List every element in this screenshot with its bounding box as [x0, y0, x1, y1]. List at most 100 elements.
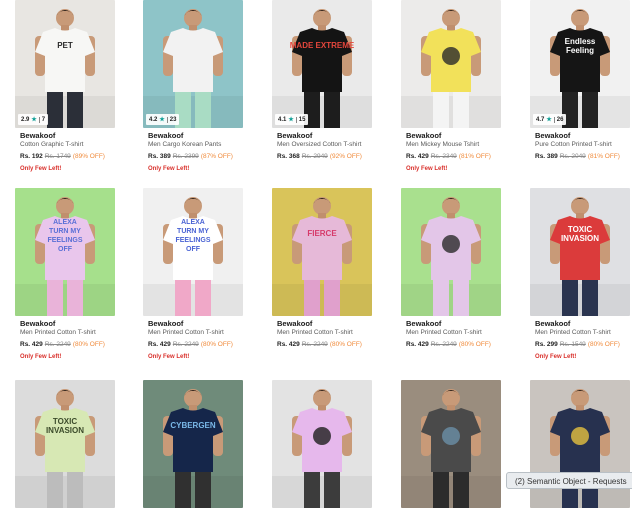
- product-title[interactable]: Men Printed Cotton T-shirt: [20, 329, 130, 337]
- product-card[interactable]: FIERCE Bewakoof Men Printed Cotton T-shirt…: [272, 188, 372, 373]
- discount-percent: (81% OFF): [587, 153, 620, 160]
- product-image[interactable]: 4.2 ★ 23: [143, 0, 243, 128]
- shirt-print-text: INVASION: [561, 234, 599, 243]
- product-image[interactable]: Endless Feeling 4.7 ★ 26: [530, 0, 630, 128]
- product-title[interactable]: Men Printed Cotton T-shirt: [148, 329, 258, 337]
- shirt-print-text: INVASION: [46, 426, 84, 435]
- product-title[interactable]: Men Printed Cotton T-shirt: [406, 329, 516, 337]
- product-photo: [272, 380, 372, 508]
- rating-value: 4.2: [149, 116, 158, 123]
- sale-price: Rs. 429: [20, 341, 43, 348]
- original-price: Rs. 1549: [559, 341, 586, 348]
- product-info: Bewakoof Men Printed Cotton T-shirt Rs. 42…: [277, 319, 387, 349]
- price-line: Rs. 429 Rs. 2249 (80% OFF): [277, 341, 387, 349]
- star-icon: ★: [159, 117, 165, 123]
- product-photo: TOXICINVASION: [15, 380, 115, 508]
- product-image[interactable]: [401, 380, 501, 508]
- product-info: Bewakoof Men Printed Cotton T-shirt Rs. 29…: [535, 319, 632, 361]
- product-title[interactable]: Men Printed Cotton T-shirt: [535, 329, 632, 337]
- divider: [166, 116, 168, 123]
- sale-price: Rs. 429: [148, 341, 171, 348]
- shirt-print-text: Feeling: [566, 46, 594, 55]
- product-brand: Bewakoof: [277, 131, 313, 140]
- rating-badge: 4.7 ★ 26: [533, 114, 567, 125]
- product-info: Bewakoof Pure Cotton Printed T-shirt Rs. 3…: [535, 131, 632, 161]
- product-title[interactable]: Men Mickey Mouse Tshirt: [406, 141, 516, 149]
- review-count: 7: [41, 116, 46, 123]
- shirt-print-text: FEELINGS: [175, 237, 210, 244]
- original-price: Rs. 2249: [44, 341, 71, 348]
- product-photo: FIERCE: [272, 188, 372, 316]
- product-card[interactable]: MADE EXTREME 4.1 ★ 15 Bewakoof Men Oversized …: [272, 0, 372, 185]
- product-image[interactable]: [272, 380, 372, 508]
- price-line: Rs. 192 Rs. 1749 (89% OFF): [20, 153, 130, 161]
- price-line: Rs. 429 Rs. 2249 (80% OFF): [148, 341, 258, 349]
- product-image[interactable]: TOXIC INVASION: [530, 188, 630, 316]
- stock-alert: Only Few Left!: [148, 166, 190, 172]
- star-icon: ★: [31, 117, 37, 123]
- product-image[interactable]: ALEXA TURN MY FEELINGS OFF: [15, 188, 115, 316]
- product-image[interactable]: [401, 0, 501, 128]
- price-line: Rs. 429 Rs. 2249 (80% OFF): [406, 341, 516, 349]
- product-image[interactable]: [401, 188, 501, 316]
- product-card[interactable]: PET 2.9 ★ 7 Bewakoof Cotton Graphic T-shirt Rs…: [15, 0, 115, 185]
- discount-percent: (80% OFF): [458, 341, 491, 348]
- product-image[interactable]: PET 2.9 ★ 7: [15, 0, 115, 128]
- product-card[interactable]: TOXIC INVASION Bewakoof Men Printed Cotton …: [530, 188, 630, 373]
- discount-percent: (89% OFF): [72, 153, 105, 160]
- product-card[interactable]: Bewakoof Men Mickey Mouse Tshirt Rs. 429 Rs…: [401, 0, 501, 185]
- product-card[interactable]: Bewakoof Men Printed Cotton T-shirt Rs. 42…: [401, 188, 501, 373]
- product-card[interactable]: TOXIC INVASION: [15, 380, 115, 508]
- shirt-print-text: OFF: [186, 246, 201, 253]
- rating-value: 4.7: [536, 116, 545, 123]
- stock-alert: Only Few Left!: [535, 354, 577, 360]
- product-info: Bewakoof Men Printed Cotton T-shirt Rs. 42…: [148, 319, 258, 361]
- original-price: Rs. 2949: [301, 153, 328, 160]
- star-icon: ★: [546, 117, 552, 123]
- product-photo: [401, 188, 501, 316]
- product-brand: Bewakoof: [20, 131, 56, 140]
- product-card[interactable]: [401, 380, 501, 508]
- product-card[interactable]: ALEXA TURN MY FEELINGS OFF Bewakoof Men Print…: [143, 188, 243, 373]
- divider: [553, 116, 555, 123]
- product-info: Bewakoof Men Printed Cotton T-shirt Rs. 42…: [406, 319, 516, 349]
- product-photo: ALEXA TURN MY FEELINGS OFF: [143, 188, 243, 316]
- rating-badge: 2.9 ★ 7: [18, 114, 49, 125]
- shirt-print-text: TOXIC: [568, 225, 593, 234]
- shirt-print-text: TOXIC: [53, 417, 78, 426]
- product-title[interactable]: Men Oversized Cotton T-shirt: [277, 141, 387, 149]
- product-image[interactable]: MADE EXTREME 4.1 ★ 15: [272, 0, 372, 128]
- product-title[interactable]: Men Printed Cotton T-shirt: [277, 329, 387, 337]
- product-image[interactable]: CYBERGEN: [143, 380, 243, 508]
- product-photo: [401, 0, 501, 128]
- product-title[interactable]: Men Cargo Korean Pants: [148, 141, 258, 149]
- product-info: Bewakoof Men Cargo Korean Pants Rs. 389 Rs.…: [148, 131, 258, 173]
- review-count: 26: [556, 116, 564, 123]
- product-brand: Bewakoof: [148, 131, 184, 140]
- product-card[interactable]: [272, 380, 372, 508]
- product-card[interactable]: ALEXA TURN MY FEELINGS OFF Bewakoof Men Print…: [15, 188, 115, 373]
- discount-percent: (92% OFF): [329, 153, 362, 160]
- product-image[interactable]: TOXIC INVASION: [15, 380, 115, 508]
- product-brand: Bewakoof: [148, 319, 184, 328]
- product-info: Bewakoof Men Oversized Cotton T-shirt Rs. …: [277, 131, 387, 161]
- original-price: Rs. 2349: [430, 153, 457, 160]
- browser-tab-toast[interactable]: (2) Semantic Object - Requests: [506, 472, 632, 489]
- product-title[interactable]: Cotton Graphic T-shirt: [20, 141, 130, 149]
- shirt-print-text: PET: [57, 41, 73, 50]
- product-card[interactable]: 4.2 ★ 23 Bewakoof Men Cargo Korean Pants Rs. …: [143, 0, 243, 185]
- product-image[interactable]: FIERCE: [272, 188, 372, 316]
- product-image[interactable]: ALEXA TURN MY FEELINGS OFF: [143, 188, 243, 316]
- product-photo: ALEXA TURN MY FEELINGS OFF: [15, 188, 115, 316]
- discount-percent: (87% OFF): [200, 153, 233, 160]
- shirt-print-text: ALEXA: [53, 219, 77, 226]
- product-title[interactable]: Pure Cotton Printed T-shirt: [535, 141, 632, 149]
- original-price: Rs. 2249: [301, 341, 328, 348]
- price-line: Rs. 368 Rs. 2949 (92% OFF): [277, 153, 387, 161]
- product-grid: PET 2.9 ★ 7 Bewakoof Cotton Graphic T-shirt Rs…: [0, 0, 632, 508]
- product-card[interactable]: CYBERGEN: [143, 380, 243, 508]
- product-card[interactable]: Endless Feeling 4.7 ★ 26 Bewakoof Pure Cotton …: [530, 0, 630, 185]
- sale-price: Rs. 429: [406, 341, 429, 348]
- discount-percent: (80% OFF): [200, 341, 233, 348]
- product-brand: Bewakoof: [535, 131, 571, 140]
